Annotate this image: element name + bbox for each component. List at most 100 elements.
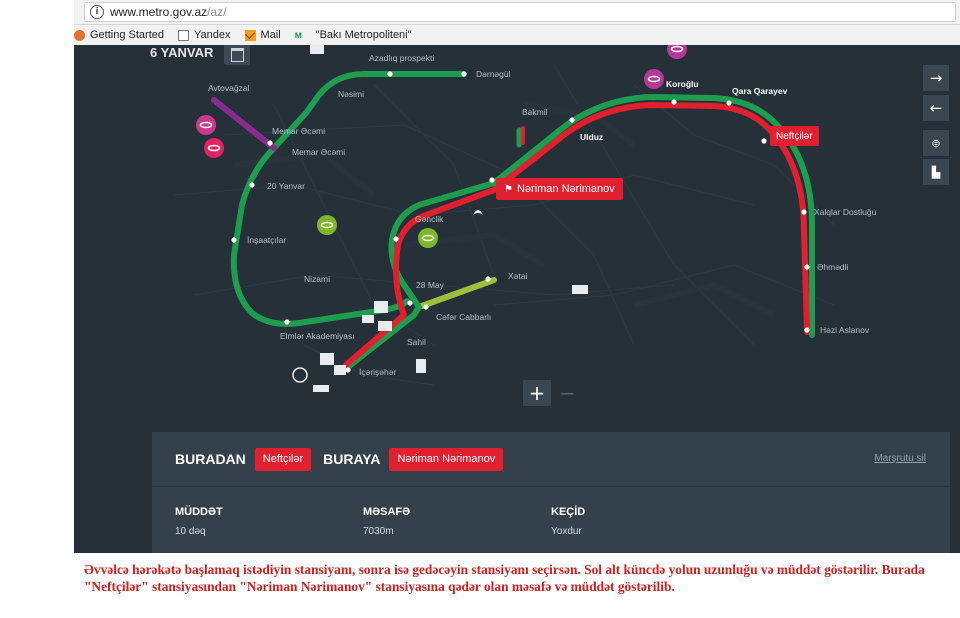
station-label[interactable]: Elmlər Akademiyası bbox=[280, 331, 355, 341]
transfer-metric: KEÇİD Yoxdur bbox=[551, 506, 585, 537]
station-label[interactable]: Cəfər Cabbarlı bbox=[436, 312, 491, 322]
mail-icon bbox=[244, 29, 256, 41]
station-dot[interactable] bbox=[569, 117, 575, 123]
station-label[interactable]: Azadlıq prospekti bbox=[369, 53, 434, 63]
station-label[interactable]: Xətai bbox=[508, 271, 527, 281]
purple-line bbox=[211, 97, 277, 151]
station-dot[interactable] bbox=[761, 138, 767, 144]
buildings-icon[interactable]: ▙ bbox=[923, 159, 949, 185]
zoom-in-button[interactable]: + bbox=[523, 380, 551, 406]
station-dot[interactable] bbox=[231, 237, 237, 243]
address-field[interactable]: i www.metro.gov.az/az/ bbox=[84, 2, 956, 22]
station-label[interactable]: Nəsimi bbox=[338, 89, 364, 99]
transport-icon[interactable]: ⊜ bbox=[923, 130, 949, 156]
station-label[interactable]: Dərnəgül bbox=[476, 69, 511, 79]
station-dot[interactable] bbox=[423, 304, 429, 310]
station-dot[interactable] bbox=[249, 182, 255, 188]
bookmark-yandex[interactable]: Yandex bbox=[178, 29, 231, 41]
station-dot[interactable] bbox=[267, 140, 273, 146]
station-dot[interactable] bbox=[801, 209, 807, 215]
distance-metric: MƏSAFƏ 7030m bbox=[363, 506, 410, 537]
route-summary: BURADAN Neftçilər BURAYA Nəriman Nəriman… bbox=[152, 432, 950, 486]
station-label[interactable]: Memar Əcəmi bbox=[272, 126, 325, 136]
metro-map[interactable]: Azadlıq prospekti Dərnəgül Nəsimi Avtova… bbox=[74, 45, 960, 432]
station-label[interactable]: İçərişəhər bbox=[359, 367, 396, 377]
green-line-east bbox=[341, 94, 815, 373]
transfer-key: KEÇİD bbox=[551, 506, 586, 518]
station-dot[interactable] bbox=[284, 319, 290, 325]
station-label[interactable]: İnşaatçılar bbox=[247, 235, 286, 245]
metro-map-svg: Azadlıq prospekti Dərnəgül Nəsimi Avtova… bbox=[173, 45, 877, 392]
fountain-icon bbox=[362, 315, 374, 323]
station-dot[interactable] bbox=[671, 99, 677, 105]
stadium-icon bbox=[473, 210, 483, 215]
metro-logo-icon: ᴍ bbox=[294, 29, 303, 41]
station-label[interactable]: Memar Əcəmi bbox=[292, 147, 345, 157]
page-icon bbox=[178, 29, 189, 41]
station-dot[interactable] bbox=[387, 71, 393, 77]
bookmarks-bar: Getting Started Yandex Mail ᴍ "Bakı Metro… bbox=[74, 25, 960, 45]
station-dot[interactable] bbox=[804, 327, 810, 333]
site-info-icon[interactable]: i bbox=[90, 5, 104, 19]
station-label[interactable]: Gənclik bbox=[415, 214, 444, 224]
building-icon bbox=[378, 321, 392, 331]
station-label[interactable]: 20 Yanvar bbox=[267, 181, 305, 191]
station-label[interactable]: Koroğlu bbox=[666, 79, 699, 89]
station-label[interactable]: Nizami bbox=[304, 274, 330, 284]
station-dot[interactable] bbox=[393, 236, 399, 242]
destination-pin[interactable]: ⚑ Nəriman Nərimanov bbox=[496, 178, 623, 200]
bookmark-mail[interactable]: Mail bbox=[244, 29, 281, 41]
bookmark-getting-started[interactable]: Getting Started bbox=[74, 29, 164, 41]
url-host: www.metro.gov.az bbox=[110, 5, 208, 19]
building-icon bbox=[310, 45, 324, 54]
clear-route-link[interactable]: Marşrutu sil bbox=[874, 453, 926, 464]
duration-key: MÜDDƏT bbox=[175, 506, 223, 518]
station-dot[interactable] bbox=[726, 100, 732, 106]
station-dot[interactable] bbox=[485, 276, 491, 282]
duration-metric: MÜDDƏT 10 dəq bbox=[175, 506, 223, 537]
station-label[interactable]: Həzi Aslanov bbox=[820, 325, 870, 335]
station-label[interactable]: Avtovağzal bbox=[208, 83, 250, 93]
divider bbox=[152, 486, 950, 487]
boat-icon bbox=[313, 385, 329, 392]
zoom-out-button[interactable]: − bbox=[553, 380, 581, 406]
url-path: /az/ bbox=[207, 5, 227, 19]
station-label[interactable]: Xalqlar Dostluğu bbox=[814, 207, 877, 217]
tower-icon bbox=[416, 359, 426, 373]
bookmark-baki-metro[interactable]: ᴍ "Bakı Metropoliteni" bbox=[295, 29, 412, 41]
city-streets bbox=[173, 64, 835, 386]
calendar-icon[interactable] bbox=[224, 45, 250, 65]
red-line bbox=[343, 102, 810, 368]
poi-green-2-icon[interactable] bbox=[418, 228, 438, 248]
station-dot[interactable] bbox=[407, 300, 413, 306]
origin-pin[interactable]: Neftçilər bbox=[770, 126, 819, 146]
station-label[interactable]: Sahil bbox=[407, 337, 426, 347]
station-label[interactable]: Qara Qarayev bbox=[732, 86, 788, 96]
station-dot[interactable] bbox=[804, 264, 810, 270]
to-key: BURAYA bbox=[323, 451, 381, 467]
poi-green-icon[interactable] bbox=[317, 215, 337, 235]
poi-magenta-icon[interactable] bbox=[196, 115, 216, 135]
poi-pink-icon[interactable] bbox=[204, 138, 224, 158]
station-dot[interactable] bbox=[345, 367, 351, 373]
station-dot[interactable] bbox=[461, 71, 467, 77]
station-label[interactable]: 28 May bbox=[416, 280, 445, 290]
distance-value: 7030m bbox=[363, 526, 394, 537]
station-label[interactable]: Ulduz bbox=[580, 132, 603, 142]
browser-address-bar: i www.metro.gov.az/az/ bbox=[74, 0, 960, 25]
instruction-caption: Əvvəlcə hərəkətə başlamaq istədiyin stan… bbox=[84, 562, 925, 594]
date-label: 6 YANVAR bbox=[150, 45, 214, 60]
station-dot[interactable] bbox=[489, 177, 495, 183]
station-label[interactable]: Əhmədli bbox=[817, 262, 849, 272]
station-label[interactable]: Bakmil bbox=[522, 107, 548, 117]
arrow-right-icon[interactable]: → bbox=[923, 65, 949, 91]
ferris-wheel-icon bbox=[292, 367, 308, 383]
poi-purple-top-icon[interactable] bbox=[667, 45, 687, 59]
to-station-chip[interactable]: Nəriman Nərimanov bbox=[389, 447, 504, 471]
distance-key: MƏSAFƏ bbox=[363, 506, 411, 518]
from-station-chip[interactable]: Neftçilər bbox=[254, 447, 312, 471]
arrow-left-icon[interactable]: ← bbox=[923, 95, 949, 121]
mosque-icon bbox=[320, 353, 334, 365]
poi-koroglu-icon[interactable] bbox=[644, 69, 664, 89]
building-icon bbox=[334, 365, 346, 375]
